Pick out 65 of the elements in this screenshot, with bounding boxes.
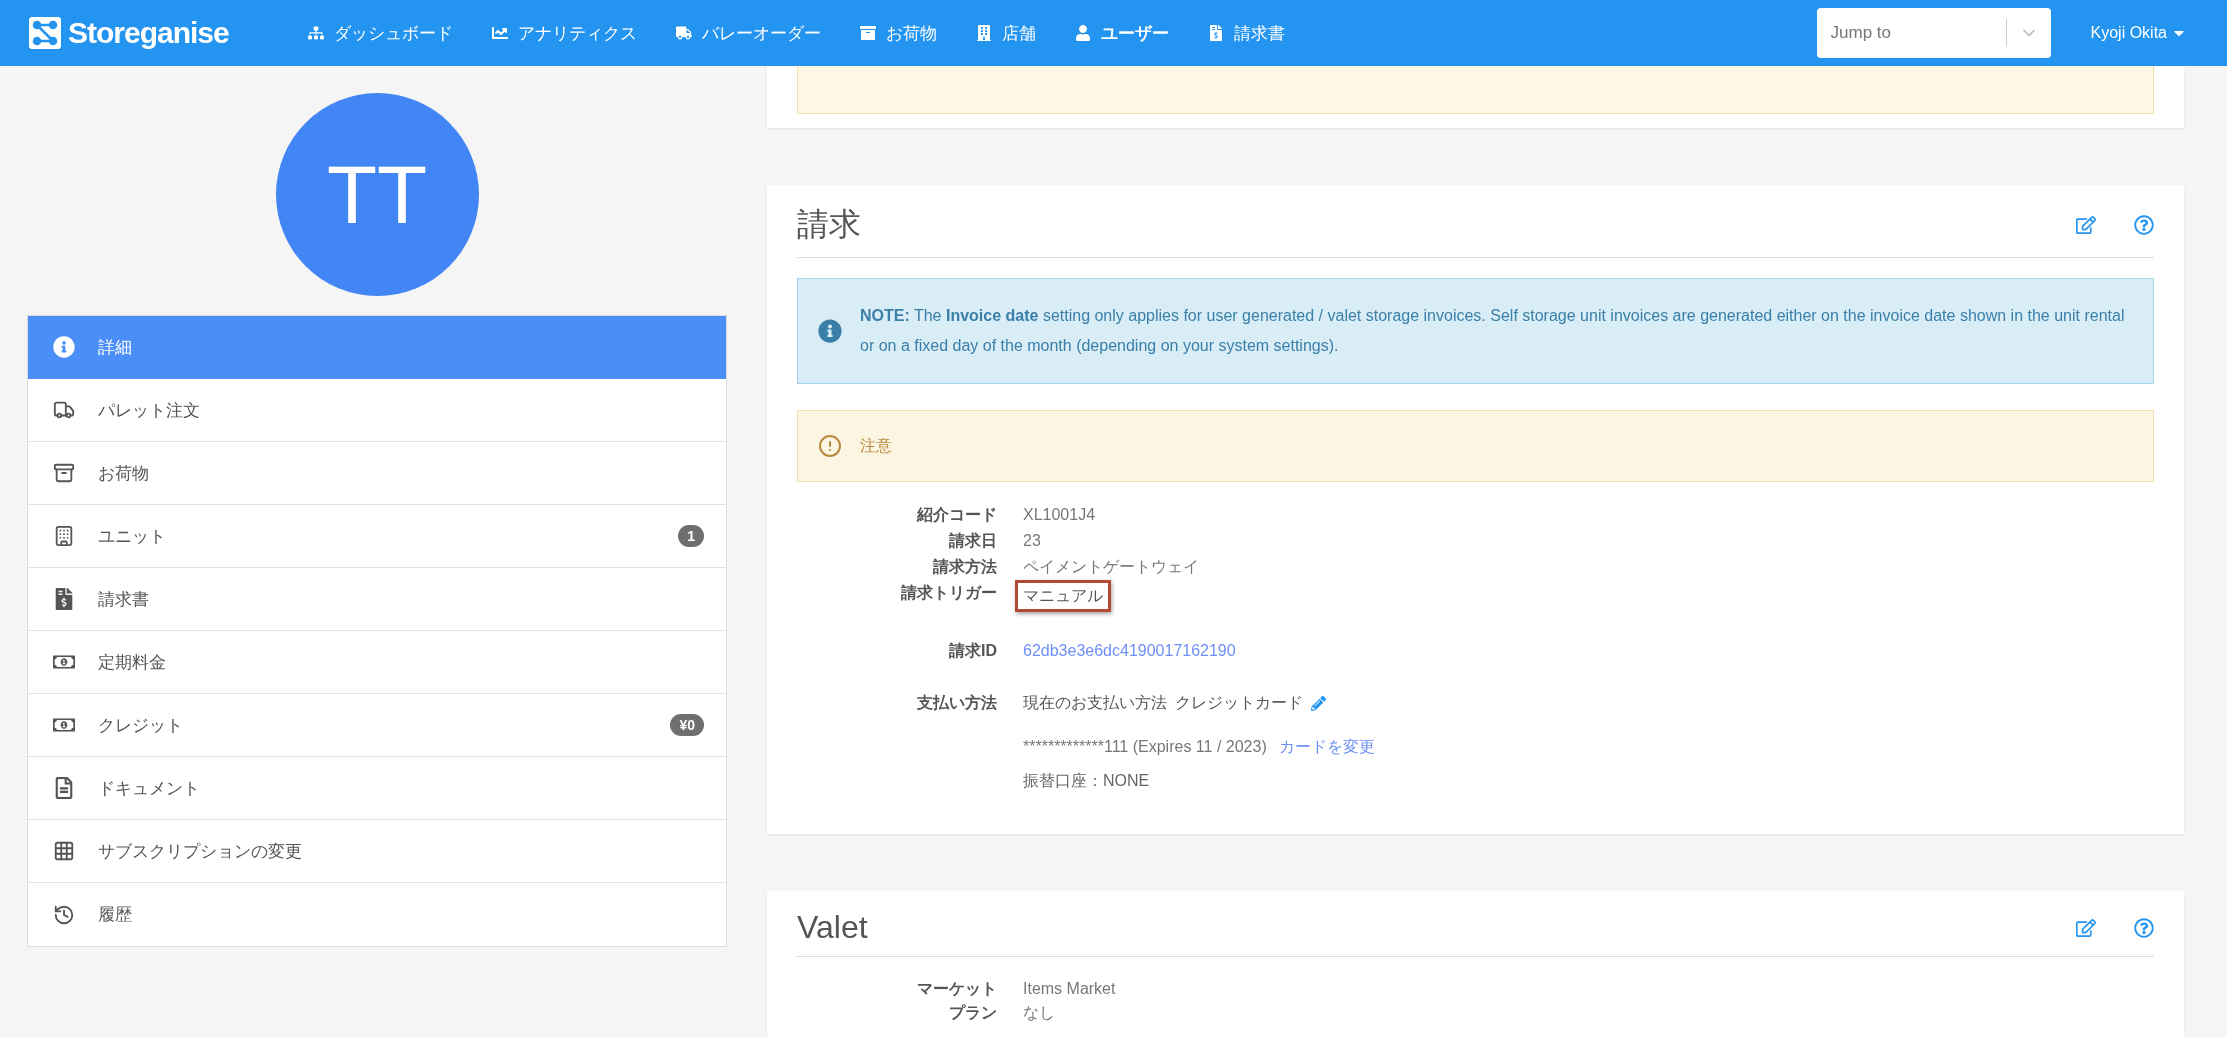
sidebar-label: サブスクリプションの変更 [98,840,303,863]
nav-link[interactable]: 請求書 [1208,21,1285,45]
field-value: マニュアル [1015,580,1111,612]
field-value: ペイメントゲートウェイ [1023,557,1199,577]
logo-icon [28,16,62,50]
field-value: 現在のお支払い方法 [1023,693,1167,713]
card-title: 請求 [797,205,862,244]
info-icon [818,319,842,343]
sitemap-icon [308,25,324,41]
field-value: なし [1023,1003,1055,1023]
field-value: Items Market [1023,979,1116,999]
field-label: マーケット [916,979,997,999]
count-badge: ¥0 [670,714,704,736]
jump-to-field[interactable]: Jump to [1816,22,2006,44]
user-icon [1075,25,1091,41]
sidebar-label: クレジット [98,714,184,737]
field-label: プラン [948,1003,997,1023]
brand-name: Storeganise [68,16,229,50]
sidebar-label: ドキュメント [98,777,201,800]
nav-link[interactable]: お荷物 [860,21,937,45]
sidebar-label: ユニット [98,525,167,548]
nav-link[interactable]: ダッシュボード [308,21,453,45]
sidebar-label: 履歴 [98,904,133,926]
edit-icon[interactable] [2076,215,2096,235]
field-label: 請求方法 [932,557,997,577]
user-menu[interactable]: Kyoji Okita [2090,24,2187,42]
sidebar-label: パレット注文 [98,399,201,422]
sidebar-label: お荷物 [98,462,150,485]
archive-box-icon [860,25,876,41]
nav-link[interactable]: アナリティクス [492,21,637,45]
change-card-link[interactable]: カードを変更 [1278,734,1375,760]
note-text: NOTE: The Invoice date setting only applies for user generated / valet storage invoices. Self storage unit invoices are generated either on the invoice date shown in the unit rental or on a fixed day of the month (depending on your system settings). [860,306,2126,356]
edit-icon[interactable] [2076,917,2096,938]
nav-link[interactable]: ユーザー [1075,21,1169,45]
bank-account-text: 振替口座：NONE [1023,771,1150,791]
sidebar-label: 詳細 [98,336,133,359]
nav-link[interactable]: バレーオーダー [676,21,821,45]
warning-text: 注意 [860,435,892,456]
building-icon [976,25,992,41]
sidebar-label: 定期料金 [98,651,167,674]
sidebar-label: 請求書 [98,588,150,611]
field-value: クレジットカード [1175,693,1303,713]
jump-to-select[interactable]: Jump to [1816,8,2051,58]
sidebar-item[interactable]: 詳細 [28,316,726,379]
billing-id-link[interactable]: 62db3e3e6dc4190017162190 [1023,638,1236,664]
line-chart-icon [492,25,508,41]
nav-link[interactable]: 店舗 [976,21,1036,45]
field-label: 請求日 [948,531,997,551]
field-label: 紹介コード [915,505,997,525]
help-icon[interactable] [2134,917,2154,938]
truck-icon [676,25,692,41]
pencil-icon[interactable] [1311,695,1326,711]
info-icon [50,336,78,358]
avatar: TT [275,93,479,296]
card-number: *************111 (Expires 11 / 2023) [1023,737,1267,757]
count-badge: 1 [678,525,704,547]
field-value: XL1001J4 [1023,505,1096,525]
card-title: Valet [797,909,869,946]
help-icon[interactable] [2134,215,2154,235]
exclamation-icon [818,434,842,458]
field-label: 支払い方法 [916,693,997,713]
field-value: 23 [1023,531,1041,551]
invoice-icon [1208,25,1224,41]
field-label: 請求ID [948,641,997,661]
field-label: 請求トリガー [900,583,997,603]
